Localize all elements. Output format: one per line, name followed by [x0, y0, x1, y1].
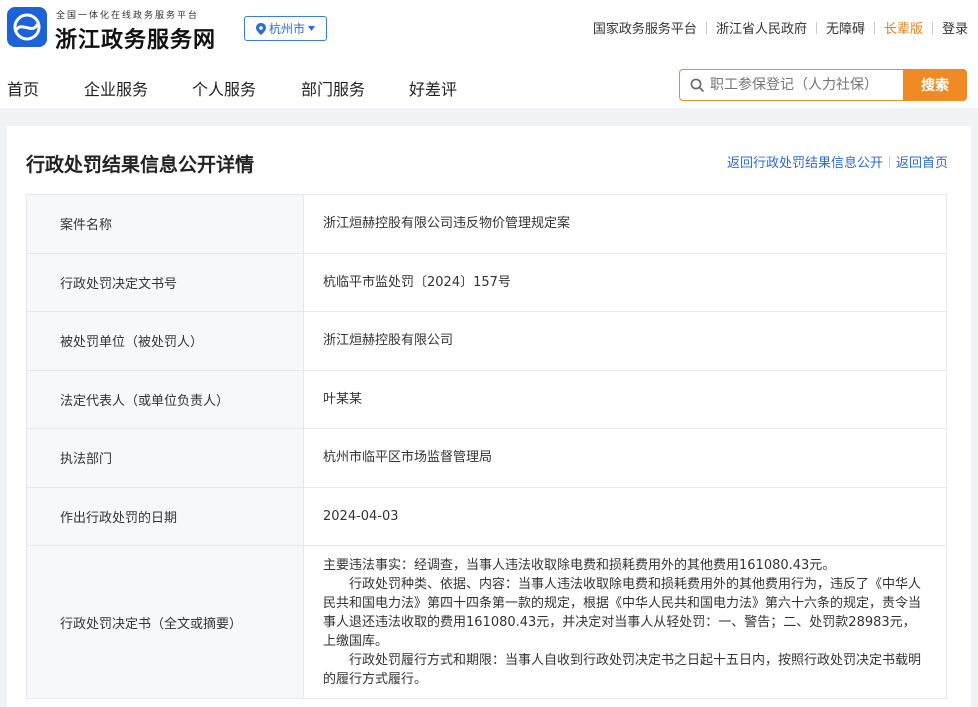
row-label-decision: 行政处罚决定书（全文或摘要）: [26, 545, 304, 699]
globe-swirl-icon[interactable]: [7, 7, 47, 47]
nav-feedback[interactable]: 好差评: [409, 76, 457, 100]
divider: [931, 21, 933, 34]
divider: [888, 155, 890, 168]
detail-table: 案件名称 浙江烜赫控股有限公司违反物价管理规定案 行政处罚决定文书号 杭临平市监…: [26, 194, 947, 699]
decision-fulfillment: 行政处罚履行方式和期限：当事人自收到行政处罚决定书之日起十五日内，按照行政处罚决…: [323, 652, 922, 687]
link-elder-mode[interactable]: 长辈版: [884, 18, 923, 37]
search-icon: [690, 78, 704, 92]
decision-facts: 主要违法事实：经调查，当事人违法收取除电费和损耗费用外的其他费用161080.4…: [323, 557, 836, 573]
table-row: 案件名称 浙江烜赫控股有限公司违反物价管理规定案: [26, 194, 947, 254]
logo-title[interactable]: 浙江政务服务网: [55, 22, 216, 54]
row-label-penalized-party: 被处罚单位（被处罚人）: [26, 311, 304, 371]
back-to-home-link[interactable]: 返回首页: [896, 152, 948, 171]
table-row: 法定代表人（或单位负责人） 叶某某: [26, 369, 947, 429]
link-national-platform[interactable]: 国家政务服务平台: [593, 18, 697, 37]
table-row: 被处罚单位（被处罚人） 浙江烜赫控股有限公司: [26, 311, 947, 371]
row-label-enforcement-department: 执法部门: [26, 428, 304, 488]
row-value-penalty-date: 2024-04-03: [303, 486, 947, 546]
row-value-case-name: 浙江烜赫控股有限公司违反物价管理规定案: [303, 194, 947, 254]
row-value-document-number: 杭临平市监处罚〔2024〕157号: [303, 252, 947, 312]
row-value-enforcement-department: 杭州市临平区市场监督管理局: [303, 428, 947, 488]
panel-links: 返回行政处罚结果信息公开 返回首页: [727, 152, 948, 171]
table-row: 行政处罚决定书（全文或摘要） 主要违法事实：经调查，当事人违法收取除电费和损耗费…: [26, 545, 947, 699]
top-header: 全国一体化在线政务服务平台 浙江政务服务网 杭州市 国家政务服务平台 浙江省人民…: [0, 0, 978, 58]
search-button[interactable]: 搜索: [903, 69, 967, 101]
city-selector[interactable]: 杭州市: [244, 16, 327, 41]
row-value-decision: 主要违法事实：经调查，当事人违法收取除电费和损耗费用外的其他费用161080.4…: [303, 545, 947, 699]
row-label-document-number: 行政处罚决定文书号: [26, 252, 304, 312]
table-row: 作出行政处罚的日期 2024-04-03: [26, 486, 947, 546]
location-pin-icon: [255, 22, 266, 35]
divider: [873, 21, 875, 34]
search-field[interactable]: [679, 69, 903, 101]
top-links: 国家政务服务平台 浙江省人民政府 无障碍 长辈版 登录: [593, 18, 968, 37]
nav-enterprise-services[interactable]: 企业服务: [84, 76, 148, 100]
nav-personal-services[interactable]: 个人服务: [192, 76, 256, 100]
row-label-penalty-date: 作出行政处罚的日期: [26, 486, 304, 546]
logo-subtitle: 全国一体化在线政务服务平台: [56, 11, 200, 21]
search-input[interactable]: [710, 77, 890, 93]
table-row: 行政处罚决定文书号 杭临平市监处罚〔2024〕157号: [26, 252, 947, 312]
table-row: 执法部门 杭州市临平区市场监督管理局: [26, 428, 947, 488]
page-title: 行政处罚结果信息公开详情: [26, 154, 255, 176]
row-label-legal-representative: 法定代表人（或单位负责人）: [26, 369, 304, 429]
link-login[interactable]: 登录: [942, 18, 968, 37]
divider: [815, 21, 817, 34]
divider: [705, 21, 707, 34]
back-to-list-link[interactable]: 返回行政处罚结果信息公开: [727, 152, 883, 171]
row-label-case-name: 案件名称: [26, 194, 304, 254]
nav-department-services[interactable]: 部门服务: [301, 76, 365, 100]
row-value-penalized-party: 浙江烜赫控股有限公司: [303, 311, 947, 371]
link-provincial-government[interactable]: 浙江省人民政府: [716, 18, 807, 37]
link-accessibility[interactable]: 无障碍: [826, 18, 865, 37]
nav-home[interactable]: 首页: [7, 76, 39, 100]
decision-penalty-basis: 行政处罚种类、依据、内容：当事人违法收取除电费和损耗费用外的其他费用行为，违反了…: [323, 576, 922, 649]
row-value-legal-representative: 叶某某: [303, 369, 947, 429]
city-label: 杭州市: [268, 22, 305, 36]
caret-down-icon: [308, 26, 315, 31]
detail-panel: 行政处罚结果信息公开详情 返回行政处罚结果信息公开 返回首页 案件名称 浙江烜赫…: [7, 126, 971, 707]
